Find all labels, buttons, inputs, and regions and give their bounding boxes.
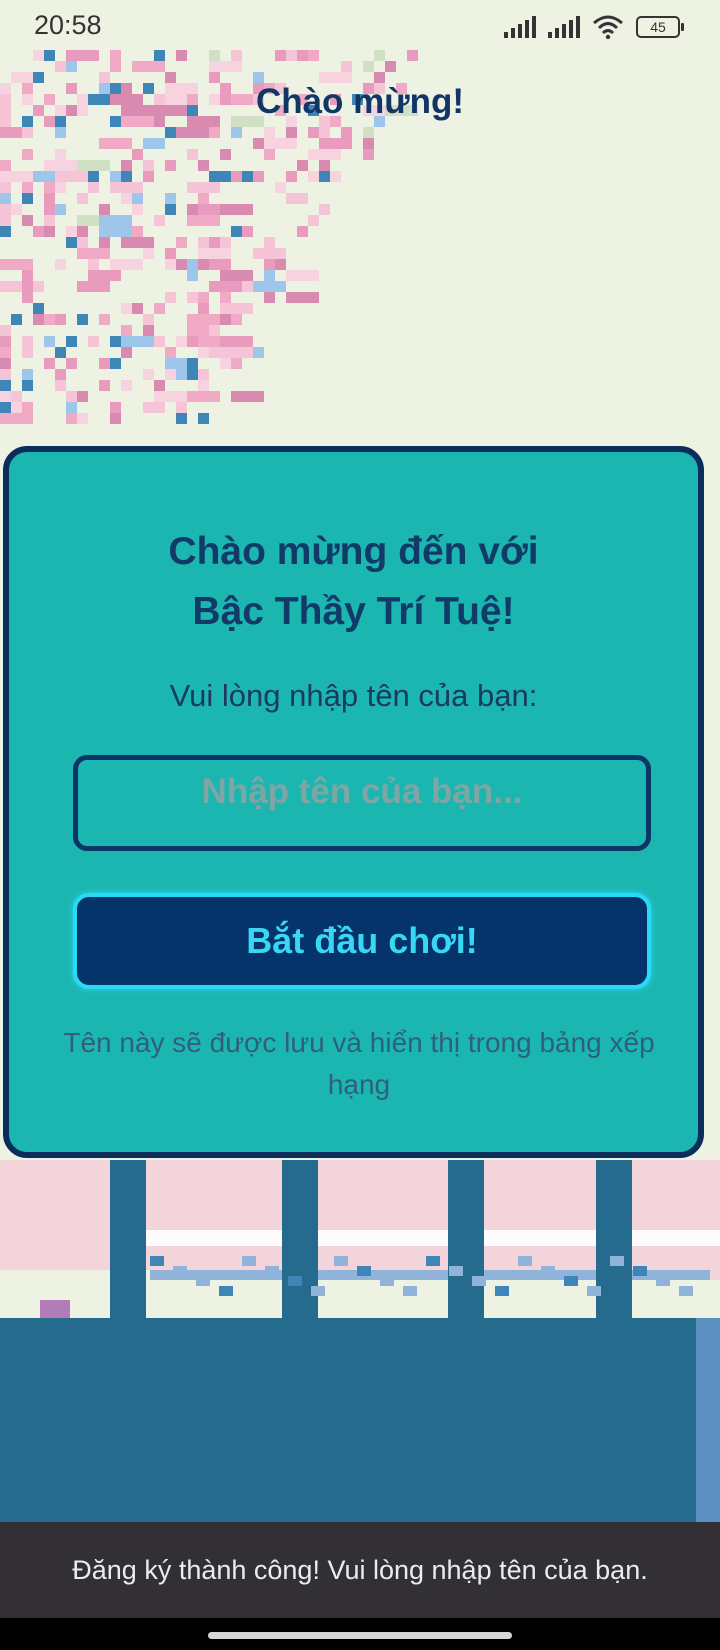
- welcome-heading-line1: Chào mừng đến với: [168, 530, 539, 573]
- name-prompt: Vui lòng nhập tên của bạn:: [169, 678, 538, 713]
- snackbar: Đăng ký thành công! Vui lòng nhập tên củ…: [0, 1522, 720, 1618]
- welcome-heading: Chào mừng đến với Bậc Thầy Trí Tuệ!: [9, 522, 698, 642]
- start-game-button[interactable]: Bắt đầu chơi!: [73, 893, 651, 989]
- leaderboard-note: Tên này sẽ được lưu và hiển thị trong bả…: [63, 1027, 655, 1100]
- cellular-signal-icon: [548, 16, 580, 38]
- welcome-heading-line2: Bậc Thầy Trí Tuệ!: [192, 590, 515, 633]
- name-input[interactable]: [73, 755, 651, 851]
- wifi-icon: [593, 15, 623, 39]
- status-icons: 45: [504, 14, 684, 40]
- battery-icon: 45: [636, 16, 684, 38]
- home-indicator[interactable]: [208, 1632, 512, 1639]
- status-time: 20:58: [34, 10, 102, 40]
- status-bar: 20:58 45: [0, 0, 720, 54]
- page-title: Chào mừng!: [255, 82, 465, 121]
- welcome-card: Chào mừng đến với Bậc Thầy Trí Tuệ! Vui …: [3, 446, 704, 1158]
- snackbar-message: Đăng ký thành công! Vui lòng nhập tên củ…: [72, 1554, 648, 1585]
- cellular-signal-icon: [504, 16, 536, 38]
